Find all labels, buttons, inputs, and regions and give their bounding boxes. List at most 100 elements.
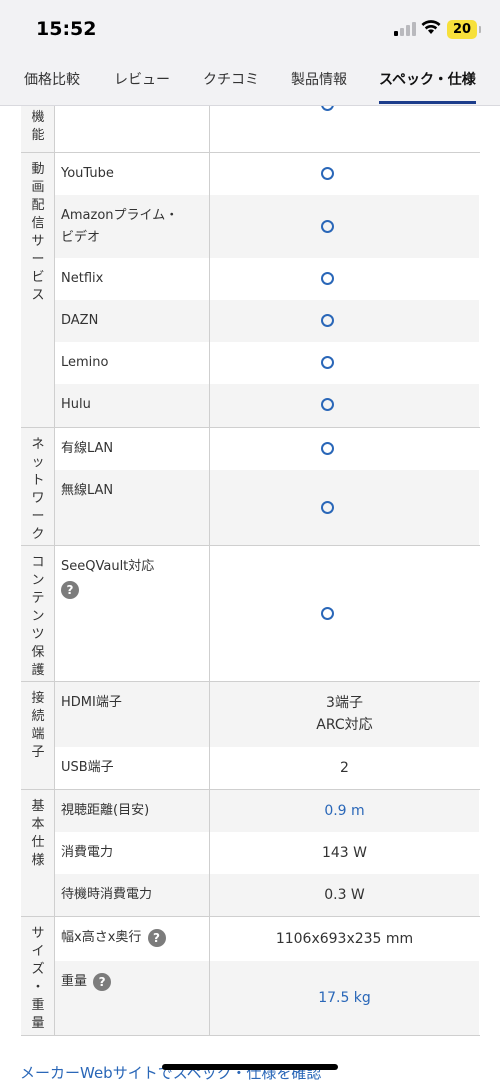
status-time: 15:52 [36, 18, 97, 40]
category-char: 本 [31, 817, 45, 832]
category-char: ン [31, 609, 45, 624]
battery-icon: 20 [447, 20, 481, 39]
spec-value-line: ARC対応 [316, 717, 373, 733]
spec-row-weight: 重量 ? 17.5 kg [55, 961, 479, 1035]
category-char: 続 [31, 709, 45, 724]
category-char: ツ [31, 627, 45, 642]
group-content-protection: コ ン テ ン ツ 保 護 SeeQVault対応 ? [21, 546, 480, 682]
tab-reviews[interactable]: レビュー [114, 56, 170, 106]
tab-specs[interactable]: スペック・仕様 [379, 56, 476, 106]
category-char: ・ [31, 980, 45, 995]
spec-row-viewing-distance: 視聴距離(目安) 0.9 m [55, 790, 479, 832]
spec-label-text: 重量 [61, 974, 88, 989]
category-char: テ [31, 591, 45, 606]
category-char: ー [31, 252, 45, 267]
group-basic-specs: 基 本 仕 様 視聴距離(目安) 0.9 m 消費電力 143 W 待機時消費電… [21, 790, 480, 917]
category-char: 様 [31, 853, 45, 868]
spec-value-line: 3端子 [326, 695, 363, 711]
spec-row-netflix: Netflix [55, 258, 479, 300]
supported-circle-icon [321, 272, 334, 285]
category-char: 信 [31, 216, 45, 231]
spec-row-usb: USB端子 2 [55, 747, 479, 789]
spec-row-seeqvault: SeeQVault対応 ? [55, 546, 479, 681]
category-char: 端 [31, 727, 45, 742]
spec-label: HDMI端子 [61, 695, 122, 710]
category-char: サ [31, 926, 45, 941]
category-basic-specs: 基 本 仕 様 [21, 790, 55, 916]
wifi-icon [421, 20, 441, 34]
category-char: ネ [31, 437, 45, 452]
spec-label: Hulu [61, 397, 91, 412]
supported-circle-icon [321, 167, 334, 180]
spec-label: 消費電力 [61, 845, 114, 860]
category-char: コ [31, 555, 45, 570]
spec-row-dimensions: 幅x高さx奥行 ? 1106x693x235 mm [55, 917, 479, 961]
spec-value: 1106x693x235 mm [275, 931, 414, 947]
spec-row-dazn: DAZN [55, 300, 479, 342]
spec-value-link[interactable]: 0.9 m [210, 800, 479, 822]
supported-circle-icon [321, 442, 334, 455]
category-char: ス [31, 288, 45, 303]
spec-label: 有線LAN [61, 441, 114, 456]
category-function: 機 能 [21, 106, 55, 152]
spec-label: 無線LAN [61, 483, 114, 498]
category-char: 機 [31, 110, 45, 125]
category-char: 仕 [31, 835, 45, 850]
category-char: サ [31, 234, 45, 249]
spec-row-wireless-lan: 無線LAN [55, 470, 479, 545]
spec-label: 重量 ? [61, 971, 189, 993]
category-size-weight: サ イ ズ ・ 重 量 [21, 917, 55, 1035]
spec-row-power-consumption: 消費電力 143 W [55, 832, 479, 874]
supported-circle-icon [321, 501, 334, 514]
tab-price-comparison[interactable]: 価格比較 [24, 56, 80, 106]
category-ports: 接 続 端 子 [21, 682, 55, 789]
spec-label: YouTube [61, 166, 114, 181]
category-char: ッ [31, 455, 45, 470]
status-bar: 15:52 20 [0, 0, 500, 56]
spec-row-wired-lan: 有線LAN [55, 428, 479, 470]
help-icon[interactable]: ? [93, 972, 112, 991]
category-char: 基 [31, 799, 45, 814]
category-char: 子 [31, 745, 45, 760]
category-char: ズ [31, 962, 45, 977]
category-char: 配 [31, 198, 45, 213]
category-char: 保 [31, 645, 45, 660]
help-icon[interactable]: ? [147, 928, 166, 947]
spec-row-youtube: YouTube [55, 153, 479, 195]
spec-value-link[interactable]: 17.5 kg [210, 987, 479, 1009]
spec-row-standby-power: 待機時消費電力 0.3 W [55, 874, 479, 916]
supported-circle-icon [321, 356, 334, 369]
category-char: ー [31, 509, 45, 524]
signal-icon [394, 22, 416, 36]
spec-row-amazon-prime-video: Amazonプライム・ビデオ [55, 195, 479, 258]
spec-label-text: 幅x高さx奥行 [61, 930, 142, 945]
category-char: ン [31, 573, 45, 588]
spec-table-viewport[interactable]: 機 能 動 画 配 信 サ ー ビ ス YouTube Amazonプライム・ビ… [20, 106, 480, 1036]
spec-label: 視聴距離(目安) [61, 803, 150, 818]
category-char: 動 [31, 162, 45, 177]
supported-circle-icon [321, 398, 334, 411]
category-network: ネ ッ ト ワ ー ク [21, 428, 55, 545]
group-network: ネ ッ ト ワ ー ク 有線LAN 無線LAN [21, 428, 480, 546]
category-char: 護 [31, 663, 45, 678]
group-streaming: 動 画 配 信 サ ー ビ ス YouTube Amazonプライム・ビデオ N… [21, 153, 480, 428]
help-icon[interactable]: ? [61, 580, 79, 599]
category-char: ク [31, 527, 45, 542]
spec-label-text: SeeQVault対応 [61, 559, 155, 574]
supported-circle-icon [321, 106, 334, 111]
supported-circle-icon [321, 220, 334, 233]
spec-value: 2 [340, 760, 349, 776]
category-char: 画 [31, 180, 45, 195]
group-size-weight: サ イ ズ ・ 重 量 幅x高さx奥行 ? 1106x693x235 mm 重量… [21, 917, 480, 1036]
category-char: 接 [31, 691, 45, 706]
category-char: ワ [31, 491, 45, 506]
category-char: イ [31, 944, 45, 959]
spec-row-hulu: Hulu [55, 384, 479, 427]
tab-product-info[interactable]: 製品情報 [291, 56, 347, 106]
spec-label: DAZN [61, 313, 99, 328]
tab-kuchikomi[interactable]: クチコミ [203, 56, 259, 106]
category-char: 量 [31, 1016, 45, 1031]
spec-row-lemino: Lemino [55, 342, 479, 384]
supported-circle-icon [321, 607, 334, 620]
spec-label: Amazonプライム・ビデオ [61, 208, 179, 245]
